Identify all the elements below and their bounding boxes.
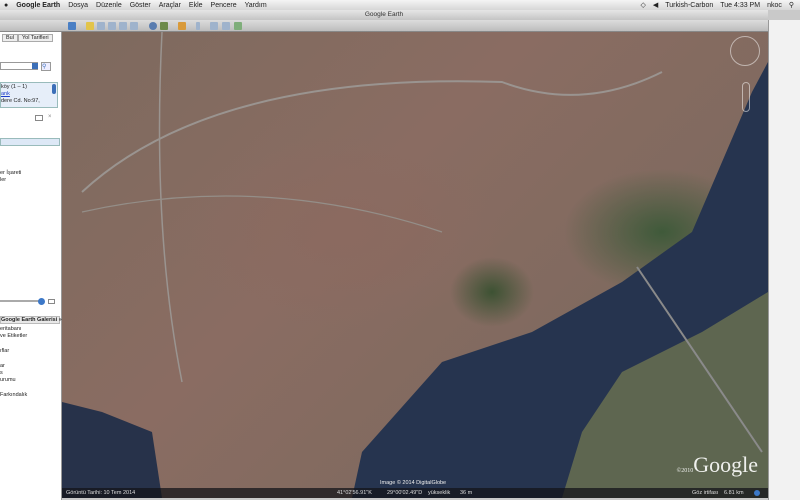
overlay-icon[interactable] (119, 22, 127, 30)
email-icon[interactable] (210, 22, 218, 30)
layer-item[interactable]: Farkındalık (0, 392, 27, 398)
tab-directions[interactable]: Yol Tarifleri (18, 34, 53, 42)
result-address: dere Cd. No:97, (1, 98, 40, 104)
planets-icon[interactable] (178, 22, 186, 30)
layer-item[interactable]: ıflar (0, 348, 9, 354)
layers-divider[interactable] (0, 300, 40, 302)
sun-icon[interactable] (160, 22, 168, 30)
record-tour-icon[interactable] (130, 22, 138, 30)
earth-map-view[interactable]: Image © 2014 DigitalGlobe ©2010Google (62, 32, 768, 498)
sidebar: Bul Yol Tarifleri ⚲ köy (1 – 1) ank dere… (0, 32, 62, 500)
navigation-compass[interactable] (730, 36, 760, 66)
elevation-label: yükseklik (428, 490, 451, 496)
search-icon: ⚲ (42, 64, 47, 70)
menu-tools[interactable]: Araçlar (159, 2, 181, 9)
imagery-credit: Image © 2014 DigitalGlobe (380, 480, 447, 486)
places-item[interactable]: ler (0, 177, 6, 183)
path-icon[interactable] (108, 22, 116, 30)
window-title: Google Earth (0, 10, 768, 20)
zoom-slider[interactable] (742, 82, 750, 112)
menu-view[interactable]: Göster (130, 2, 151, 9)
latitude: 41°02'56.91"K (337, 490, 372, 496)
print-icon[interactable] (222, 22, 230, 30)
toolbar (0, 20, 768, 32)
places-header[interactable] (0, 138, 60, 146)
spotlight-icon[interactable]: ⚲ (789, 1, 794, 9)
places-item[interactable]: er İşareti (0, 170, 21, 176)
menu-file[interactable]: Dosya (68, 2, 88, 9)
elevation: 36 m (460, 490, 473, 496)
bosphorus-water (62, 32, 768, 498)
save-image-icon[interactable] (234, 22, 242, 30)
result-link[interactable]: ank (1, 91, 10, 97)
tab-search[interactable]: Bul (2, 34, 18, 42)
layers-globe-icon[interactable] (38, 298, 45, 305)
close-icon[interactable]: × (48, 114, 52, 120)
menu-edit[interactable]: Düzenle (96, 2, 122, 9)
polygon-icon[interactable] (97, 22, 105, 30)
result-title: köy (1 – 1) (1, 84, 27, 90)
layer-item[interactable]: eritabanı (0, 326, 21, 332)
apple-icon[interactable]: ● (4, 2, 8, 9)
menu-app[interactable]: Google Earth (16, 2, 60, 9)
volume-icon[interactable]: ◀ (653, 1, 658, 9)
google-logo: ©2010Google (676, 452, 758, 477)
history-dropdown-icon[interactable] (32, 63, 38, 69)
clock[interactable]: Tue 4:33 PM (720, 2, 760, 9)
user-name[interactable]: nkoc (767, 2, 782, 9)
menu-window[interactable]: Pencere (211, 2, 237, 9)
eye-alt: 6.81 km (724, 490, 744, 496)
gallery-button[interactable]: Google Earth Galerisi » (0, 316, 62, 324)
layer-item[interactable]: s (0, 370, 3, 376)
new-folder-icon[interactable] (35, 115, 43, 121)
layer-item[interactable]: ve Etiketler (0, 333, 27, 339)
layer-item[interactable]: ar (0, 363, 5, 369)
imagery-date: Görüntü Tarihi: 10 Tem 2014 (66, 490, 136, 496)
results-scrollbar[interactable] (52, 84, 56, 94)
menu-bar: ● Google Earth Dosya Düzenle Göster Araç… (0, 0, 800, 10)
history-icon[interactable] (149, 22, 157, 30)
menu-add[interactable]: Ekle (189, 2, 203, 9)
eye-alt-label: Göz irtifası (692, 490, 719, 496)
longitude: 29°00'02.49"D (387, 490, 423, 496)
search-button[interactable]: ⚲ (41, 62, 51, 71)
wifi-icon[interactable]: ◇ (640, 1, 645, 9)
layers-folder-icon[interactable] (48, 299, 55, 304)
menu-help[interactable]: Yardım (245, 2, 267, 9)
input-source[interactable]: Turkish-Carbon (665, 2, 713, 9)
status-bar: Görüntü Tarihi: 10 Tem 2014 41°02'56.91"… (62, 488, 768, 498)
ruler-icon[interactable] (196, 22, 200, 30)
layer-item[interactable]: urumu (0, 377, 16, 383)
placemark-icon[interactable] (86, 22, 94, 30)
sidebar-toggle-icon[interactable] (68, 22, 76, 30)
streaming-icon (754, 490, 760, 496)
background-window[interactable] (768, 20, 800, 500)
